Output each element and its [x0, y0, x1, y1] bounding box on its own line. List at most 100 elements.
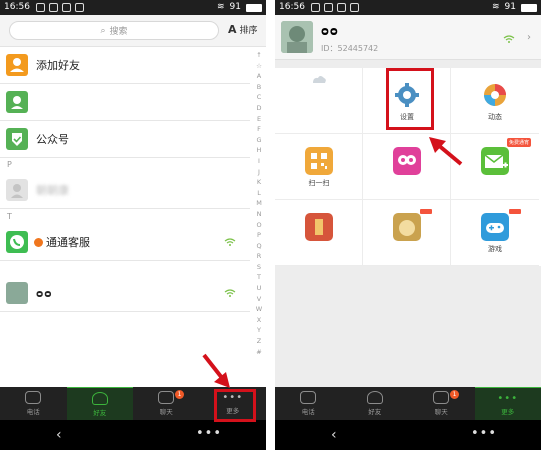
sort-icon: A — [228, 23, 237, 36]
alphabet-index-letter[interactable]: X — [254, 315, 264, 326]
alphabet-index-letter[interactable]: Q — [254, 241, 264, 252]
alphabet-index-letter[interactable]: V — [254, 294, 264, 305]
avatar — [6, 282, 28, 304]
tab-friends[interactable]: 好友 — [66, 387, 133, 420]
alphabet-index-letter[interactable]: C — [254, 92, 264, 103]
right-phone-screen: 16:56 ≋ 91 ᴑᴑ ID：52445742 › 设置 动态 扫一扫 免费… — [275, 0, 541, 450]
add-friend-icon — [6, 54, 28, 76]
search-icon: ⌕ — [100, 25, 106, 36]
contact-row-blurred[interactable]: 朝朝康 — [0, 172, 250, 209]
tab-chat[interactable]: 1 聊天 — [408, 387, 475, 420]
alphabet-index-letter[interactable]: B — [254, 82, 264, 93]
avatar — [281, 21, 313, 53]
alphabet-index-letter[interactable]: A — [254, 71, 264, 82]
alphabet-index-letter[interactable]: L — [254, 188, 264, 199]
battery-icon — [246, 3, 262, 12]
mail-plus-icon — [481, 147, 509, 175]
alphabet-index-letter[interactable]: T — [254, 272, 264, 283]
alphabet-index-letter[interactable]: Z — [254, 336, 264, 347]
phone-icon — [6, 231, 28, 253]
back-icon[interactable]: ‹ — [56, 427, 62, 443]
tab-more[interactable]: ••• 更多 — [474, 387, 541, 420]
alphabet-index-letter[interactable]: R — [254, 251, 264, 262]
search-input[interactable]: ⌕ 搜索 — [9, 21, 219, 40]
grid-label: 动态 — [488, 113, 502, 121]
contact-row-oo[interactable]: ᴑᴑ — [0, 275, 250, 312]
qr-scan-icon — [305, 147, 333, 175]
alphabet-index-letter[interactable]: E — [254, 114, 264, 125]
grid-item-app1[interactable] — [275, 200, 363, 266]
alphabet-index-letter[interactable]: W — [254, 304, 264, 315]
section-header-p: P — [0, 158, 257, 172]
contact-name: 朝朝康 — [36, 184, 69, 197]
status-bar: 16:56 ≋ 91 — [275, 0, 541, 15]
alphabet-index[interactable]: ↑ ☆ A B C D E F G H I J K L M N O P Q R S T U V W X Y Z # — [254, 50, 264, 357]
contact-row-tongtong-service[interactable]: 通通客服 — [0, 224, 250, 261]
section-header-t: T — [0, 210, 257, 224]
alphabet-index-letter[interactable]: H — [254, 145, 264, 156]
new-badge — [509, 209, 521, 214]
alphabet-index-letter[interactable]: N — [254, 209, 264, 220]
alphabet-index-letter[interactable]: K — [254, 177, 264, 188]
tab-friends[interactable]: 好友 — [342, 387, 409, 420]
sort-button[interactable]: A 排序 — [228, 23, 258, 36]
alphabet-index-letter[interactable]: F — [254, 124, 264, 135]
contact-name: 通通客服 — [46, 236, 90, 249]
menu-dots-icon[interactable]: ••• — [471, 426, 497, 441]
official-account-icon — [6, 128, 28, 150]
grid-item-moments[interactable]: 动态 — [451, 68, 539, 134]
back-icon[interactable]: ‹ — [331, 427, 337, 443]
alphabet-index-letter[interactable]: I — [254, 156, 264, 167]
alphabet-index-letter[interactable]: S — [254, 262, 264, 273]
grid-item-scan[interactable]: 扫一扫 — [275, 134, 363, 200]
wifi-icon: ≋ — [492, 2, 500, 12]
section-divider — [0, 261, 257, 275]
grid-label: 游戏 — [488, 245, 502, 253]
alphabet-index-letter[interactable]: # — [254, 347, 264, 358]
app-thumbnail-icon — [305, 213, 333, 241]
alphabet-index-letter[interactable]: O — [254, 220, 264, 231]
wifi-icon: ≋ — [217, 2, 225, 12]
alphabet-index-letter[interactable]: U — [254, 283, 264, 294]
friends-icon — [366, 391, 383, 404]
contact-name: 公众号 — [36, 133, 69, 146]
dialpad-icon — [300, 391, 317, 404]
contact-name: ᴑᴑ — [36, 286, 53, 300]
tab-chat[interactable]: 1 聊天 — [133, 387, 200, 420]
contact-row-group[interactable] — [0, 84, 250, 121]
profile-name: ᴑᴑ — [321, 24, 339, 38]
alphabet-index-letter[interactable]: G — [254, 135, 264, 146]
battery-level: 91 — [229, 2, 241, 12]
grid-item-app2[interactable] — [363, 200, 451, 266]
new-badge — [420, 209, 432, 214]
alphabet-index-letter[interactable]: J — [254, 167, 264, 178]
status-time: 16:56 — [4, 2, 30, 12]
tab-phone[interactable]: 电话 — [0, 387, 67, 420]
menu-dots-icon[interactable]: ••• — [196, 426, 222, 441]
location-icon — [393, 147, 421, 175]
app-thumbnail-icon — [393, 213, 421, 241]
highlight-box-settings — [386, 68, 434, 130]
chat-unread-badge: 1 — [450, 390, 459, 399]
gamepad-icon — [481, 213, 509, 241]
chat-unread-badge: 1 — [175, 390, 184, 399]
contact-name: 添加好友 — [36, 59, 80, 72]
profile-header[interactable]: ᴑᴑ ID：52445742 › — [275, 15, 541, 60]
group-icon — [6, 91, 28, 113]
red-arrow-icon — [202, 353, 230, 388]
empty-area — [275, 266, 541, 387]
alphabet-index-letter[interactable]: M — [254, 198, 264, 209]
grid-item-games[interactable]: 游戏 — [451, 200, 539, 266]
alphabet-index-letter[interactable]: Y — [254, 325, 264, 336]
contact-row-add-friend[interactable]: 添加好友 — [0, 47, 250, 84]
grid-item-cloud[interactable] — [275, 68, 363, 134]
alphabet-index-letter[interactable]: D — [254, 103, 264, 114]
bottom-nav: 电话 好友 1 聊天 ••• 更多 — [275, 387, 541, 420]
online-signal-icon — [224, 289, 236, 297]
alphabet-index-letter[interactable]: ↑ — [254, 50, 264, 61]
alphabet-index-letter[interactable]: ☆ — [254, 61, 264, 72]
tab-phone[interactable]: 电话 — [275, 387, 342, 420]
alphabet-index-letter[interactable]: P — [254, 230, 264, 241]
chevron-right-icon: › — [527, 32, 531, 43]
contact-row-official-accounts[interactable]: 公众号 — [0, 121, 250, 158]
